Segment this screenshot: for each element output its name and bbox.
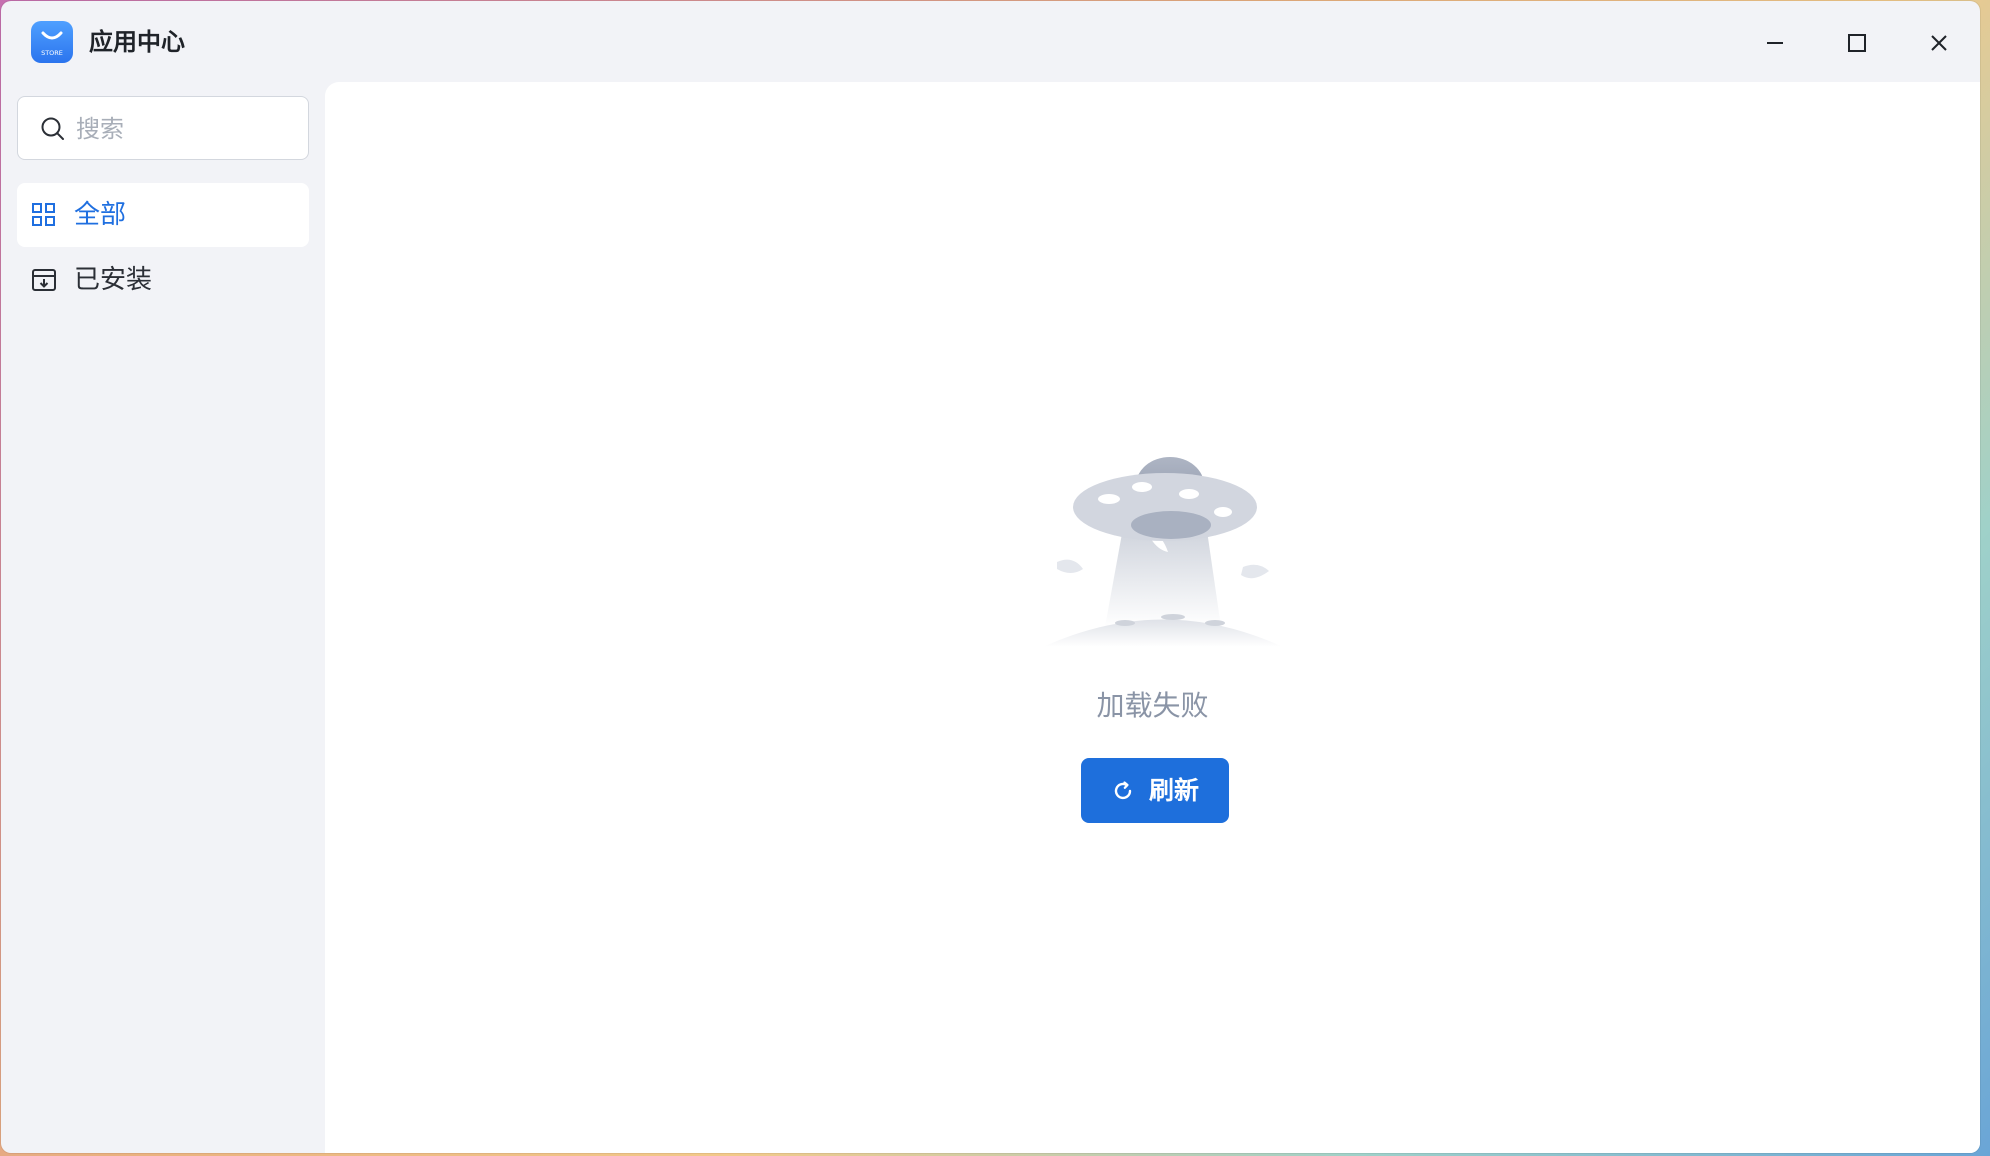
sidebar: 全部 已安装 [1,81,325,1153]
close-icon [1931,35,1947,51]
sidebar-item-all[interactable]: 全部 [17,183,309,247]
svg-text:STORE: STORE [41,49,63,57]
search-icon [40,116,66,142]
app-window: STORE 应用中心 搜索 全部 已安装 加载失败 刷新 [1,1,1980,1153]
minimize-icon [1767,42,1783,44]
title-bar[interactable]: STORE 应用中心 [1,1,1980,81]
installed-box-icon [31,267,57,293]
maximize-icon [1848,34,1866,52]
load-failed-message: 加载失败 [1096,689,1209,722]
window-title: 应用中心 [89,28,185,56]
sidebar-item-installed[interactable]: 已安装 [17,248,309,312]
sidebar-item-label: 全部 [74,200,127,230]
refresh-label: 刷新 [1148,775,1199,805]
main-content: 加载失败 刷新 [325,82,1980,1153]
refresh-icon [1114,780,1132,799]
grid-icon [31,202,57,228]
close-button[interactable] [1919,23,1959,63]
app-store-logo: STORE [31,21,73,63]
search-box[interactable] [17,96,309,160]
search-input[interactable] [74,107,298,151]
refresh-button[interactable]: 刷新 [1081,758,1229,823]
sidebar-item-label: 已安装 [74,265,153,295]
ufo-illustration [1043,457,1283,647]
maximize-button[interactable] [1837,23,1877,63]
minimize-button[interactable] [1755,23,1795,63]
store-bag-icon: STORE [41,31,63,57]
